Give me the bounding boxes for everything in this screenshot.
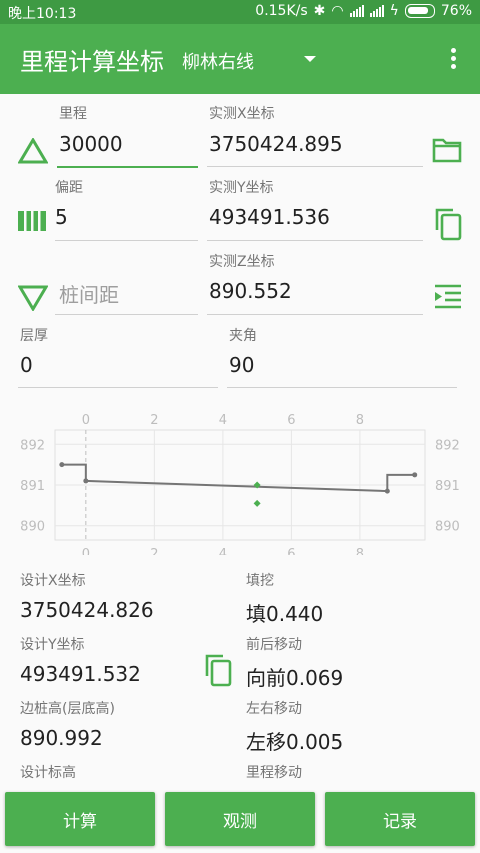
measured-z-label: 实测Z坐标 [209, 254, 275, 270]
angle-input[interactable]: 90 [229, 353, 254, 377]
app-bar: 里程计算坐标 柳林右线 [0, 24, 480, 94]
overflow-menu-icon[interactable] [445, 46, 461, 72]
chart-x-tick-bottom: 6 [287, 547, 295, 555]
design-y-value: 493491.532 [20, 662, 141, 686]
pile-spacing-underline [55, 314, 198, 315]
offset-input[interactable]: 5 [55, 205, 68, 229]
record-button[interactable]: 记录 [325, 792, 475, 846]
measured-z-underline [207, 314, 423, 315]
measured-x-label: 实测X坐标 [209, 106, 275, 122]
chart-y-tick-left: 892 [20, 438, 45, 453]
wifi-icon: ◠ [331, 3, 344, 19]
fb-move-value: 向前0.069 [246, 666, 344, 690]
bluetooth-icon: ✱ [313, 3, 326, 19]
net-speed: 0.15K/s [255, 3, 308, 19]
chart-x-tick-top: 4 [219, 413, 227, 428]
route-selector[interactable]: 柳林右线 [182, 48, 254, 74]
charging-icon: ϟ [389, 3, 399, 19]
chart-x-tick-bottom: 0 [82, 547, 90, 555]
chart-series-point [384, 488, 390, 494]
design-elev-label: 设计标高 [20, 765, 76, 781]
measured-x-input[interactable]: 3750424.895 [209, 132, 343, 156]
chart-marker-point [253, 499, 261, 507]
cross-section-chart: 0 0 2 2 4 4 6 6 8 8 892 892 891 891 890 890 [20, 413, 460, 555]
measured-z-input[interactable]: 890.552 [209, 279, 292, 303]
observe-button[interactable]: 观测 [165, 792, 315, 846]
measured-y-underline [207, 240, 423, 241]
chart-series-point [59, 462, 65, 468]
angle-label: 夹角 [229, 328, 257, 344]
status-bar: 晚上10:13 0.15K/s ✱ ◠ ϟ 76% [0, 0, 480, 24]
measured-x-underline [207, 166, 423, 167]
chart-y-tick-left: 891 [20, 479, 45, 494]
chart-series-line [61, 463, 415, 493]
chart-x-tick-top: 0 [82, 413, 90, 428]
status-time: 晚上10:13 [8, 6, 77, 22]
battery-icon [404, 4, 435, 18]
pile-spacing-input[interactable]: 桩间距 [59, 279, 119, 308]
mileage-input[interactable]: 30000 [59, 132, 123, 156]
design-x-value: 3750424.826 [20, 598, 154, 622]
chart-x-tick-bottom: 8 [356, 547, 364, 555]
chart-y-tick-right: 890 [435, 520, 460, 535]
chart-y-tick-right: 892 [435, 438, 460, 453]
chart-y-tick-right: 891 [435, 479, 460, 494]
lr-move-label: 左右移动 [246, 701, 302, 717]
measured-y-input[interactable]: 493491.536 [209, 205, 330, 229]
triangle-up-icon[interactable] [18, 138, 48, 164]
status-right: 0.15K/s ✱ ◠ ϟ 76% [255, 3, 472, 19]
app-title: 里程计算坐标 [20, 48, 164, 76]
signal-icon-2 [369, 5, 384, 17]
design-y-label: 设计Y坐标 [20, 637, 85, 653]
measured-y-label: 实测Y坐标 [209, 180, 274, 196]
offset-label: 偏距 [55, 180, 83, 196]
edge-height-label: 边桩高(层底高) [20, 701, 115, 717]
copy-result-icon[interactable] [202, 653, 234, 687]
pile-marker-icon[interactable] [17, 209, 47, 233]
fb-move-label: 前后移动 [246, 637, 302, 653]
mileage-underline [57, 166, 198, 168]
chart-x-tick-bottom: 2 [150, 547, 158, 555]
triangle-down-icon[interactable] [18, 285, 48, 311]
layer-thickness-input[interactable]: 0 [20, 353, 33, 377]
signal-icon [349, 5, 364, 17]
mileage-move-label: 里程移动 [246, 765, 302, 781]
design-x-label: 设计X坐标 [20, 573, 86, 589]
mileage-label: 里程 [59, 106, 87, 122]
calculate-button[interactable]: 计算 [5, 792, 155, 846]
chart-series-point [412, 472, 418, 478]
chart-x-tick-top: 6 [287, 413, 295, 428]
fill-cut-label: 填挖 [246, 573, 274, 589]
dropdown-arrow-icon[interactable] [304, 56, 316, 62]
layer-thickness-label: 层厚 [20, 328, 48, 344]
copy-icon[interactable] [432, 207, 464, 241]
chart-x-tick-top: 8 [356, 413, 364, 428]
chart-x-tick-top: 2 [150, 413, 158, 428]
chart-series-point [83, 478, 89, 484]
chart-y-tick-left: 890 [20, 520, 45, 535]
format-indent-icon[interactable] [432, 283, 464, 311]
fill-cut-value: 填0.440 [246, 602, 324, 626]
layer-thickness-underline [18, 387, 218, 388]
edge-height-value: 890.992 [20, 726, 103, 750]
folder-icon[interactable] [431, 136, 463, 164]
lr-move-value: 左移0.005 [246, 730, 344, 754]
battery-level: 76% [440, 3, 472, 19]
offset-underline [55, 240, 198, 241]
chart-x-tick-bottom: 4 [219, 547, 227, 555]
angle-underline [227, 387, 457, 388]
